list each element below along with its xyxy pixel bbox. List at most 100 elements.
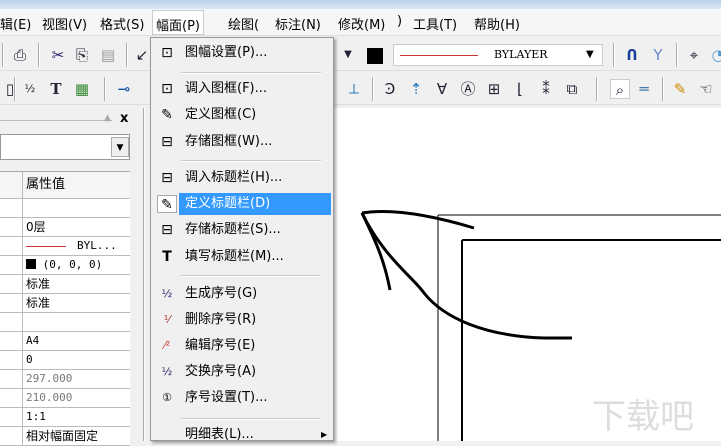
table-row[interactable]: 210.000 [0,389,130,408]
dim-icon-6[interactable]: ⌊ [510,79,530,99]
ruler-icon[interactable]: ═ [634,79,654,99]
table-row[interactable]: BYL... [0,237,130,256]
layer-value[interactable]: 0层 [23,218,46,236]
chevron-down-icon: ▼ [586,49,594,60]
frame-settings-icon: ⊡ [161,45,173,61]
chevron-down-icon[interactable]: ▼ [111,137,129,157]
tool-icon[interactable]: ▯ [0,79,20,99]
drawing-canvas[interactable]: 下载吧 [334,108,721,441]
menu-item-frame-settings[interactable]: ⊡ 图幅设置(P)... [153,42,331,64]
table-row[interactable]: 0层 [0,218,130,237]
menu-paren: ) [397,14,403,29]
panel-splitter[interactable] [143,108,145,441]
text-icon[interactable]: T [46,79,66,99]
load-titleblock-icon: ⊟ [161,170,173,186]
copy-icon[interactable]: ⎘ [72,45,92,65]
arc-tool-icon[interactable]: Ո [622,45,642,65]
define-titleblock-icon: ✎ [157,195,177,213]
table-row[interactable]: A4 [0,332,130,351]
dim-icon-3[interactable]: ∀ [432,79,452,99]
linetype-value[interactable]: BYL... [77,237,117,255]
table-row[interactable]: 标准 [0,275,130,294]
submenu-arrow-icon: ▶ [321,430,328,439]
y-tool-icon[interactable]: Y [648,45,668,65]
pencil-icon[interactable]: ✎ [670,79,690,99]
menu-view[interactable]: 视图(V) [42,14,87,33]
table-row[interactable]: (0, 0, 0) [0,256,130,275]
watermark-logo: 下载吧 [592,397,694,437]
generate-number-icon: ½ [161,287,173,300]
menu-item-load-titleblock[interactable]: ⊟ 调入标题栏(H)... [153,167,331,189]
menu-dimension[interactable]: 标注(N) [275,14,321,33]
inspect-icon[interactable]: ⌕ [610,79,630,99]
fill-titleblock-icon: T [162,249,172,265]
table-header: 属性值 [0,172,130,199]
close-icon[interactable]: x [120,111,128,126]
table-row[interactable]: 相对幅面固定 [0,427,130,446]
coord-icon[interactable]: ⟂ [344,79,364,99]
color-swatch[interactable] [367,48,383,64]
sketch-stroke [361,210,475,230]
undo-icon[interactable]: ↙ [132,45,152,65]
dim-icon-1[interactable]: Ͽ [380,79,400,99]
paste-icon[interactable]: ▤ [98,45,118,65]
delete-number-icon: ⅟ [163,313,171,326]
table-row[interactable]: 297.000 [0,370,130,389]
print-icon[interactable]: ⎙ [10,45,30,65]
dim-icon-2[interactable]: ⇡ [406,79,426,99]
save-titleblock-icon: ⊟ [161,222,173,238]
load-frame-icon: ⊡ [161,81,173,97]
color-value[interactable]: (0, 0, 0) [43,258,103,271]
menu-item-generate-number[interactable]: ½ 生成序号(G) [153,283,331,305]
pin-icon[interactable]: ▲ [104,113,111,123]
hand-icon[interactable]: ☜ [696,79,716,99]
drawing-svg: 下载吧 [360,210,721,441]
menu-item-edit-number[interactable]: ⁄² 编辑序号(E) [153,335,331,357]
measure-icon[interactable]: ⌖ [684,45,704,65]
cut-icon[interactable]: ✂ [48,45,68,65]
menu-sheet[interactable]: 幅面(P) [152,10,204,35]
menu-bar: 辑(E) 视图(V) 格式(S) 幅面(P) 绘图( 标注(N) 修改(M) )… [0,9,721,36]
define-frame-icon: ✎ [161,107,173,123]
dim-icon-7[interactable]: ⁑ [536,79,556,99]
object-select-combobox[interactable]: ▼ [0,134,130,160]
number-settings-icon: ① [162,391,172,404]
column-header-value: 属性值 [26,177,66,192]
menu-item-load-frame[interactable]: ⊡ 调入图框(F)... [153,78,331,100]
number-icon[interactable]: ½ [20,79,40,99]
sketch-stroke [360,212,572,340]
table-row[interactable]: 1:1 [0,408,130,427]
menu-format[interactable]: 格式(S) [100,14,144,33]
menu-modify[interactable]: 修改(M) [338,14,385,33]
menu-item-save-titleblock[interactable]: ⊟ 存储标题栏(S)... [153,219,331,241]
swap-number-icon: ½ [161,365,173,378]
menu-item-define-titleblock[interactable]: ✎ 定义标题栏(D) [153,193,331,215]
dim-icon-4[interactable]: Ⓐ [458,79,478,99]
menu-help[interactable]: 帮助(H) [474,14,520,33]
menu-item-number-settings[interactable]: ① 序号设置(T)... [153,387,331,409]
linetype-sample [26,246,66,247]
table-row[interactable]: 0 [0,351,130,370]
table-edit-icon[interactable]: ▦ [72,79,92,99]
menu-item-delete-number[interactable]: ⅟ 删除序号(R) [153,309,331,331]
table-row[interactable] [0,313,130,332]
linetype-dropdown[interactable]: BYLAYER ▼ [393,44,603,66]
menu-edit[interactable]: 辑(E) [0,14,31,33]
title-bar [0,0,721,9]
connect-icon[interactable]: ⊸ [114,79,134,99]
menu-draw[interactable]: 绘图( [228,14,259,33]
linetype-sample [400,55,478,56]
table-row[interactable]: 标准 [0,294,130,313]
dim-icon-5[interactable]: ⊞ [484,79,504,99]
color-dropdown-arrow-icon[interactable]: ▼ [338,45,358,65]
table-row[interactable] [0,199,130,218]
menu-item-define-frame[interactable]: ✎ 定义图框(C) [153,104,331,126]
save-frame-icon: ⊟ [161,134,173,150]
zoom-icon[interactable]: ◔ [708,45,721,65]
menu-item-fill-titleblock[interactable]: T 填写标题栏(M)... [153,246,331,268]
menu-item-bom-table[interactable]: 明细表(L)... ▶ [153,424,331,446]
menu-item-swap-number[interactable]: ½ 交换序号(A) [153,361,331,383]
menu-item-save-frame[interactable]: ⊟ 存储图框(W)... [153,131,331,153]
dim-icon-8[interactable]: ⧉ [562,79,582,99]
menu-tools[interactable]: 工具(T) [413,14,457,33]
